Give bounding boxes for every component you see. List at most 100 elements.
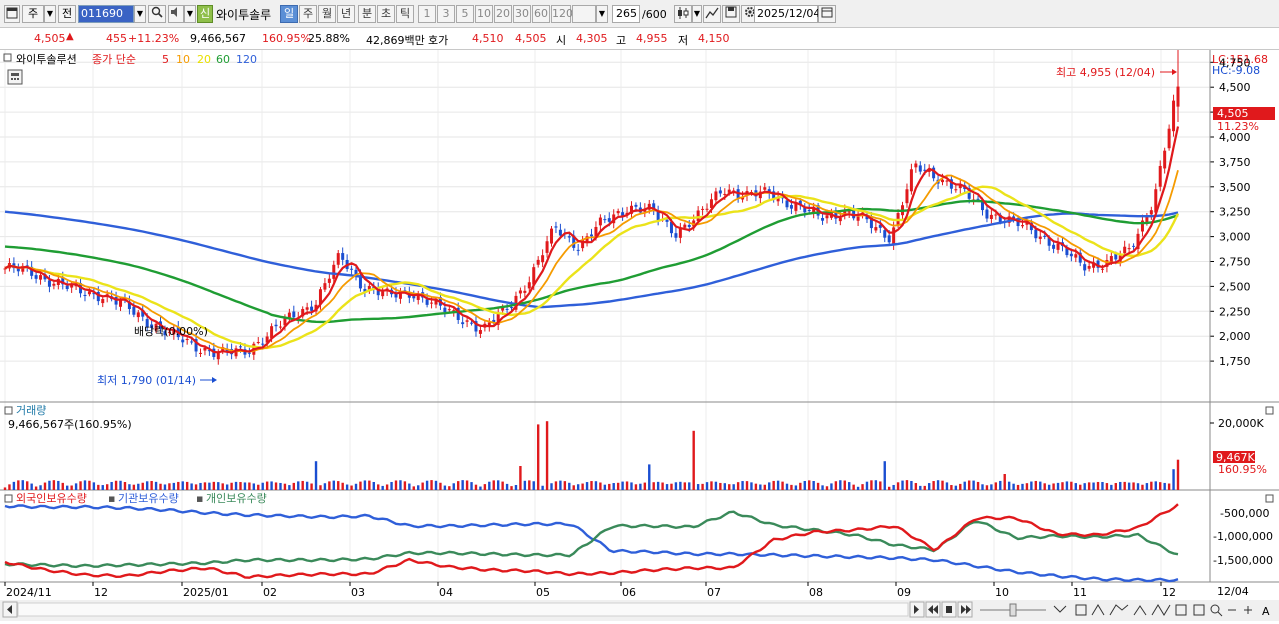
count-input[interactable]: 265 [612, 5, 640, 23]
volume-bar [443, 485, 447, 490]
tab-month[interactable]: 월 [318, 5, 336, 23]
candle-body [518, 290, 522, 294]
volume-bar [461, 480, 464, 490]
tab-week[interactable]: 주 [299, 5, 317, 23]
volume-bar [48, 480, 51, 490]
high-price: 4,955 [636, 32, 668, 45]
volume-bar [230, 482, 233, 490]
volume-bar [976, 481, 980, 490]
volume-bar [723, 483, 726, 490]
volume-bar [1079, 484, 1082, 490]
interval-1[interactable]: 1 [418, 5, 436, 23]
volume-bar [994, 482, 998, 490]
candle-body [185, 339, 189, 341]
volume-bar [1025, 483, 1029, 490]
tab-tick[interactable]: 틱 [396, 5, 414, 23]
candle-body [327, 278, 331, 283]
interval-dropdown-icon[interactable]: ▼ [596, 5, 608, 23]
volume-bar [665, 484, 669, 490]
volume-bar [639, 483, 642, 490]
tab-second[interactable]: 초 [377, 5, 395, 23]
interval-120[interactable]: 120 [551, 5, 573, 23]
price-change-pct: +11.23% [128, 32, 180, 45]
interval-60[interactable]: 60 [532, 5, 550, 23]
candle-body [825, 215, 829, 219]
tab-day[interactable]: 일 [280, 5, 298, 23]
holding-tick-3: -1,500,000 [1213, 554, 1273, 567]
volume-bar [1092, 482, 1095, 490]
volume-bar [399, 480, 402, 490]
volume-bar [514, 484, 518, 490]
volume-bar [843, 480, 846, 490]
custom-interval-input[interactable] [572, 5, 596, 23]
volume-bar [492, 480, 495, 490]
candle-body [892, 227, 896, 245]
code-dropdown-icon[interactable]: ▼ [134, 5, 146, 23]
candle-body [914, 163, 918, 168]
volume-bar [643, 482, 647, 490]
interval-30[interactable]: 30 [513, 5, 531, 23]
candle-body [994, 214, 998, 216]
draw-tool-icon[interactable] [703, 5, 721, 23]
volume-bar [110, 481, 113, 490]
volume-bar [1043, 483, 1046, 490]
interval-5[interactable]: 5 [456, 5, 474, 23]
volume-bar [465, 480, 469, 490]
volume-bar [670, 483, 673, 490]
volume-bar [528, 480, 531, 490]
tab-minute[interactable]: 분 [358, 5, 376, 23]
tab-year[interactable]: 년 [337, 5, 355, 23]
candle-dropdown-icon[interactable]: ▼ [692, 5, 702, 23]
prev-button[interactable]: 전 [58, 5, 76, 23]
volume-bar [403, 481, 407, 490]
x-axis-label: 03 [351, 586, 365, 599]
volume-bar [470, 482, 473, 490]
candle-body [132, 306, 136, 315]
interval-10[interactable]: 10 [475, 5, 493, 23]
period-select[interactable]: 주 [22, 5, 44, 23]
candle-body [883, 230, 887, 238]
volume-bar [488, 481, 491, 490]
volume-bar [1034, 480, 1038, 490]
interval-20[interactable]: 20 [494, 5, 512, 23]
volume-bar [1101, 482, 1104, 490]
chevron-down-icon[interactable]: ▼ [44, 5, 56, 23]
interval-3[interactable]: 3 [437, 5, 455, 23]
volume-bar [1007, 481, 1011, 490]
volume-bar [337, 481, 340, 490]
candle-body [305, 307, 309, 310]
volume-bar [688, 482, 691, 490]
volume-bar [363, 480, 367, 490]
volume-bar [825, 486, 829, 490]
candle-body [523, 290, 527, 293]
candle-body [976, 198, 980, 200]
volume-bar [963, 481, 966, 490]
save-icon[interactable] [722, 5, 740, 23]
volume-bar [954, 485, 958, 490]
volume-bar [408, 483, 411, 490]
candle-body [505, 308, 509, 310]
volume-bar [217, 482, 220, 490]
volume-bar [123, 482, 127, 490]
volume-bar [434, 480, 438, 490]
search-icon[interactable] [148, 5, 166, 23]
price-y-tick: 2,500 [1219, 280, 1251, 293]
volume-bar [683, 482, 687, 490]
speaker-dropdown-icon[interactable]: ▼ [184, 5, 196, 23]
speaker-icon[interactable] [168, 5, 184, 23]
volume-bar [1003, 474, 1006, 490]
low-annotation: 최저 1,790 (01/14) [97, 374, 196, 387]
stock-chart[interactable]: 와이투솔루션 종가 단순 5 10 20 60 120 LC:151.68 HC… [0, 41, 1279, 621]
x-axis-label: 02 [263, 586, 277, 599]
candle-icon[interactable] [674, 5, 692, 23]
layout-icon[interactable] [4, 5, 20, 23]
date-input[interactable]: 2025/12/04 [754, 5, 820, 23]
volume-bar [128, 484, 131, 490]
up-arrow-icon: ▲ [66, 31, 74, 42]
candle-body [1043, 235, 1047, 237]
stock-code-input[interactable]: 011690 [78, 5, 134, 23]
volume-bar [474, 484, 478, 490]
calendar-icon[interactable] [818, 5, 836, 23]
volume-bar [1172, 469, 1175, 490]
volume-bar [568, 482, 571, 490]
